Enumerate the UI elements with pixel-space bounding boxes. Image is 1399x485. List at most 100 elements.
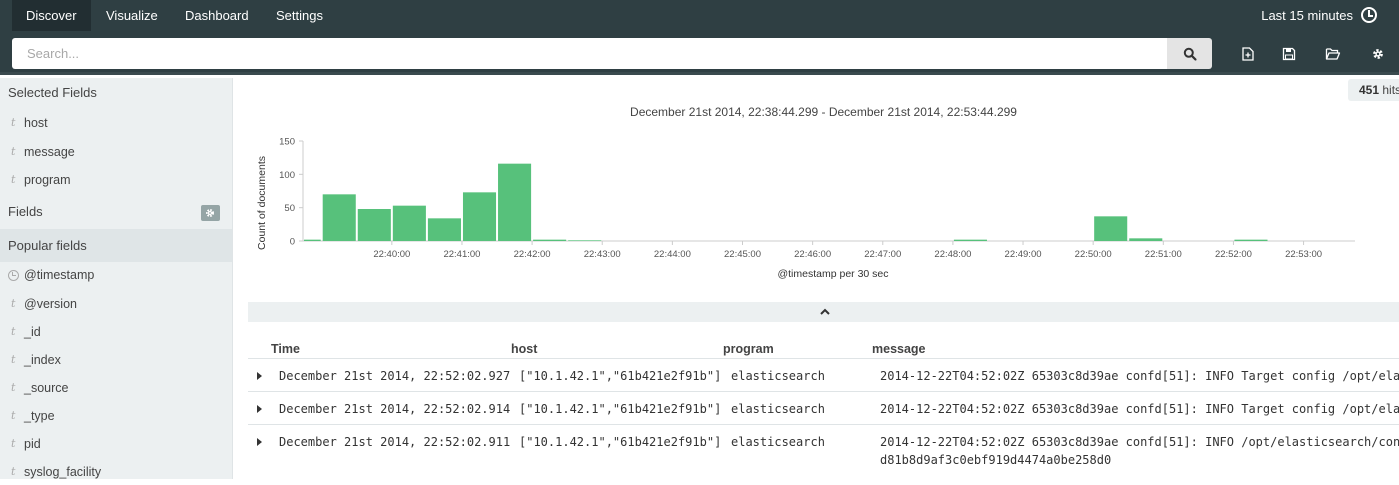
expand-row-icon[interactable]	[257, 372, 262, 380]
field-name: _source	[24, 381, 69, 395]
new-search-button[interactable]	[1232, 38, 1264, 69]
y-tick-label: 50	[284, 203, 295, 214]
open-icon	[1325, 47, 1341, 60]
tab-dashboard[interactable]: Dashboard	[171, 0, 263, 31]
selected-field-host[interactable]: t host	[0, 112, 232, 136]
x-tick-label: 22:42:00	[514, 249, 551, 260]
tab-settings[interactable]: Settings	[262, 0, 337, 31]
histogram-bar	[498, 163, 532, 241]
cell-message-continued: d81b8d9af3c0ebf919d4474a0be258d0	[880, 453, 1112, 467]
popular-field-source[interactable]: t _source	[0, 377, 232, 401]
histogram-bar	[427, 218, 461, 241]
histogram-bar	[304, 239, 321, 241]
table-row[interactable]: December 21st 2014, 22:52:02.914 ["10.1.…	[248, 391, 1399, 424]
histogram-bar	[1234, 239, 1268, 241]
cell-message: 2014-12-22T04:52:02Z 65303c8d39ae confd[…	[880, 369, 1399, 383]
string-type-icon: t	[11, 116, 16, 129]
field-name: message	[24, 145, 75, 159]
popular-field-id[interactable]: t _id	[0, 321, 232, 345]
cell-time: December 21st 2014, 22:52:02.911	[279, 435, 511, 449]
tab-visualize[interactable]: Visualize	[92, 0, 172, 31]
popular-field-timestamp[interactable]: @timestamp	[0, 264, 232, 288]
string-type-icon: t	[11, 465, 16, 478]
cell-time: December 21st 2014, 22:52:02.927	[279, 369, 511, 383]
x-tick-label: 22:50:00	[1075, 249, 1112, 260]
date-type-icon	[8, 270, 19, 281]
histogram-bar	[953, 239, 987, 241]
search-button[interactable]	[1167, 38, 1212, 69]
field-settings-button[interactable]	[201, 205, 220, 221]
cell-program: elasticsearch	[731, 402, 825, 416]
time-picker[interactable]: Last 15 minutes	[1261, 0, 1377, 31]
x-tick-label: 22:46:00	[794, 249, 831, 260]
string-type-icon: t	[11, 173, 16, 186]
histogram-bar	[1094, 216, 1128, 241]
y-tick-label: 0	[290, 237, 295, 248]
cell-program: elasticsearch	[731, 369, 825, 383]
search-input[interactable]	[12, 38, 1167, 69]
popular-fields-band: Popular fields	[0, 229, 232, 262]
histogram-bar	[357, 209, 391, 241]
settings-button[interactable]	[1362, 38, 1394, 69]
field-name: _id	[24, 325, 41, 339]
gear-icon	[206, 209, 214, 217]
popular-field-type[interactable]: t _type	[0, 405, 232, 429]
new-search-icon	[1242, 46, 1254, 61]
top-nav: Discover Visualize Dashboard Settings La…	[0, 0, 1399, 31]
y-tick-label: 100	[279, 170, 295, 181]
popular-field-index[interactable]: t _index	[0, 349, 232, 373]
table-row[interactable]: December 21st 2014, 22:52:02.911 ["10.1.…	[248, 424, 1399, 479]
search-icon	[1183, 47, 1196, 60]
column-header-program[interactable]: program	[723, 342, 774, 356]
string-type-icon: t	[11, 325, 16, 338]
y-tick-label: 150	[279, 137, 295, 148]
cell-host: ["10.1.42.1","61b421e2f91b"]	[519, 435, 722, 449]
field-name: _index	[24, 353, 61, 367]
popular-field-version[interactable]: t @version	[0, 293, 232, 317]
table-row[interactable]: December 21st 2014, 22:52:02.927 ["10.1.…	[248, 358, 1399, 391]
y-axis-label: Count of documents	[256, 156, 268, 250]
column-header-host[interactable]: host	[511, 342, 537, 356]
open-search-button[interactable]	[1317, 38, 1349, 69]
hits-count: 451	[1359, 83, 1380, 97]
expand-row-icon[interactable]	[257, 438, 262, 446]
string-type-icon: t	[11, 437, 16, 450]
search-bar	[0, 31, 1399, 75]
cell-message: 2014-12-22T04:52:02Z 65303c8d39ae confd[…	[880, 402, 1399, 416]
cell-program: elasticsearch	[731, 435, 825, 449]
save-search-button[interactable]	[1273, 38, 1305, 69]
save-icon	[1282, 47, 1296, 60]
x-tick-label: 22:47:00	[864, 249, 901, 260]
selected-fields-heading: Selected Fields	[8, 85, 97, 100]
collapse-chart-toggle[interactable]	[248, 302, 1399, 322]
x-tick-label: 22:43:00	[584, 249, 621, 260]
x-tick-label: 22:53:00	[1285, 249, 1322, 260]
x-tick-label: 22:51:00	[1145, 249, 1182, 260]
cell-message: 2014-12-22T04:52:02Z 65303c8d39ae confd[…	[880, 435, 1399, 449]
column-header-message[interactable]: message	[872, 342, 926, 356]
cell-time: December 21st 2014, 22:52:02.914	[279, 402, 511, 416]
hits-label: hits	[1382, 83, 1399, 97]
x-tick-label: 22:41:00	[443, 249, 480, 260]
selected-field-program[interactable]: t program	[0, 169, 232, 193]
string-type-icon: t	[11, 381, 16, 394]
histogram-chart[interactable]: 0 50 100 150 22:40:00 22:41:00 22:42:00 22:43:0…	[248, 128, 1399, 288]
expand-row-icon[interactable]	[257, 405, 262, 413]
tab-discover[interactable]: Discover	[12, 0, 91, 31]
field-name: host	[24, 116, 48, 130]
column-header-time[interactable]: Time	[271, 342, 300, 356]
cell-host: ["10.1.42.1","61b421e2f91b"]	[519, 369, 722, 383]
settings-icon	[1373, 48, 1383, 59]
histogram-bar	[533, 239, 567, 241]
field-name: syslog_facility	[24, 465, 102, 479]
field-name: @version	[24, 297, 77, 311]
chevron-up-icon	[820, 308, 830, 315]
popular-field-pid[interactable]: t pid	[0, 433, 232, 457]
popular-field-syslog-facility[interactable]: t syslog_facility	[0, 461, 232, 485]
selected-field-message[interactable]: t message	[0, 141, 232, 165]
histogram-bar	[322, 194, 356, 241]
x-axis-label: @timestamp per 30 sec	[777, 268, 888, 280]
string-type-icon: t	[11, 145, 16, 158]
string-type-icon: t	[11, 409, 16, 422]
hits-count-badge: 451 hits	[1348, 79, 1399, 101]
